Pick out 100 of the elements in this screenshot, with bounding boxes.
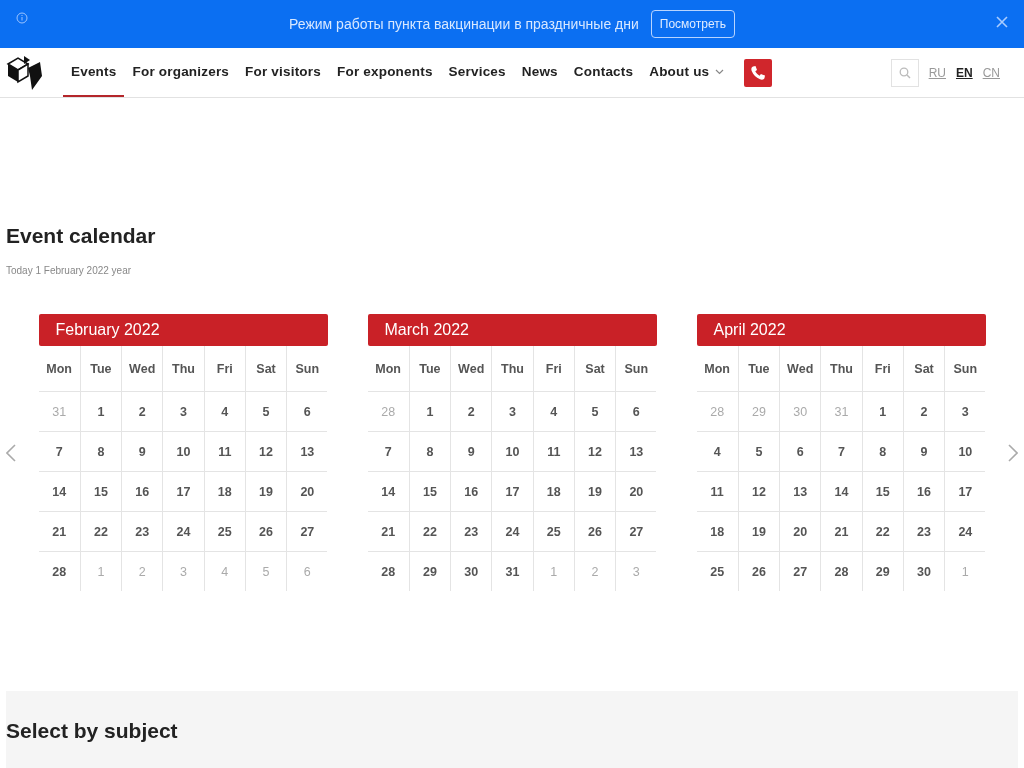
day-cell[interactable]: 19 (737, 512, 780, 552)
day-cell[interactable]: 10 (944, 432, 986, 472)
chevron-left-icon[interactable] (6, 443, 16, 462)
day-cell[interactable]: 20 (779, 512, 821, 552)
day-cell[interactable]: 13 (779, 472, 821, 512)
day-cell[interactable]: 20 (286, 472, 328, 512)
day-cell[interactable]: 17 (491, 472, 533, 512)
day-cell[interactable]: 27 (779, 552, 821, 591)
day-cell[interactable]: 4 (532, 392, 574, 432)
nav-link[interactable]: For organizers (124, 48, 238, 97)
day-cell[interactable]: 1 (408, 392, 451, 432)
day-cell[interactable]: 17 (944, 472, 986, 512)
day-cell[interactable]: 10 (491, 432, 533, 472)
day-cell[interactable]: 27 (286, 512, 328, 552)
day-cell[interactable]: 9 (450, 432, 492, 472)
day-cell[interactable]: 19 (573, 472, 616, 512)
day-cell[interactable]: 8 (861, 432, 903, 472)
day-cell[interactable]: 23 (902, 512, 945, 552)
day-cell[interactable]: 16 (450, 472, 492, 512)
day-cell[interactable]: 5 (244, 392, 287, 432)
day-cell[interactable]: 29 (408, 552, 451, 591)
day-cell[interactable]: 24 (491, 512, 533, 552)
day-cell[interactable]: 22 (861, 512, 903, 552)
day-cell[interactable]: 5 (573, 392, 616, 432)
day-cell[interactable]: 14 (38, 472, 80, 512)
day-cell[interactable]: 26 (737, 552, 780, 591)
nav-link[interactable]: Contacts (565, 48, 642, 97)
day-cell[interactable]: 23 (450, 512, 492, 552)
search-button[interactable] (890, 58, 919, 87)
nav-link[interactable]: For exponents (329, 48, 441, 97)
day-cell[interactable]: 26 (573, 512, 616, 552)
day-cell[interactable]: 26 (244, 512, 287, 552)
day-cell[interactable]: 30 (450, 552, 492, 591)
nav-link[interactable]: About us (641, 48, 733, 97)
close-icon[interactable] (996, 16, 1008, 28)
day-cell[interactable]: 15 (79, 472, 122, 512)
day-cell[interactable]: 27 (615, 512, 657, 552)
day-cell[interactable]: 3 (491, 392, 533, 432)
chevron-right-icon[interactable] (1008, 443, 1018, 462)
day-cell[interactable]: 24 (162, 512, 204, 552)
day-cell[interactable]: 28 (367, 552, 409, 591)
day-cell[interactable]: 22 (79, 512, 122, 552)
day-cell[interactable]: 11 (532, 432, 574, 472)
day-cell[interactable]: 21 (38, 512, 80, 552)
day-cell[interactable]: 20 (615, 472, 657, 512)
day-cell[interactable]: 16 (121, 472, 163, 512)
day-cell[interactable]: 28 (820, 552, 862, 591)
day-cell[interactable]: 18 (532, 472, 574, 512)
day-cell[interactable]: 21 (820, 512, 862, 552)
day-cell[interactable]: 18 (203, 472, 245, 512)
day-cell[interactable]: 6 (286, 392, 328, 432)
day-cell[interactable]: 21 (367, 512, 409, 552)
day-cell[interactable]: 30 (902, 552, 945, 591)
day-cell[interactable]: 6 (615, 392, 657, 432)
day-cell[interactable]: 13 (286, 432, 328, 472)
day-cell[interactable]: 4 (696, 432, 738, 472)
day-cell[interactable]: 8 (408, 432, 451, 472)
day-cell[interactable]: 28 (38, 552, 80, 591)
day-cell[interactable]: 3 (944, 392, 986, 432)
nav-link[interactable]: Events (63, 48, 125, 97)
day-cell[interactable]: 5 (737, 432, 780, 472)
day-cell[interactable]: 25 (532, 512, 574, 552)
phone-button[interactable] (744, 58, 773, 87)
day-cell[interactable]: 11 (203, 432, 245, 472)
nav-link[interactable]: For visitors (237, 48, 329, 97)
day-cell[interactable]: 22 (408, 512, 451, 552)
day-cell[interactable]: 12 (244, 432, 287, 472)
day-cell[interactable]: 8 (79, 432, 122, 472)
day-cell[interactable]: 15 (861, 472, 903, 512)
logo-icon[interactable] (6, 53, 44, 92)
day-cell[interactable]: 2 (902, 392, 945, 432)
day-cell[interactable]: 24 (944, 512, 986, 552)
day-cell[interactable]: 11 (696, 472, 738, 512)
day-cell[interactable]: 16 (902, 472, 945, 512)
nav-link[interactable]: Services (440, 48, 514, 97)
day-cell[interactable]: 2 (121, 392, 163, 432)
view-button[interactable]: Посмотреть (650, 10, 735, 38)
day-cell[interactable]: 12 (573, 432, 616, 472)
day-cell[interactable]: 6 (779, 432, 821, 472)
day-cell[interactable]: 3 (162, 392, 204, 432)
day-cell[interactable]: 10 (162, 432, 204, 472)
day-cell[interactable]: 14 (820, 472, 862, 512)
day-cell[interactable]: 7 (38, 432, 80, 472)
day-cell[interactable]: 23 (121, 512, 163, 552)
day-cell[interactable]: 1 (861, 392, 903, 432)
day-cell[interactable]: 9 (121, 432, 163, 472)
nav-link[interactable]: News (513, 48, 566, 97)
day-cell[interactable]: 29 (861, 552, 903, 591)
day-cell[interactable]: 15 (408, 472, 451, 512)
day-cell[interactable]: 9 (902, 432, 945, 472)
day-cell[interactable]: 25 (696, 552, 738, 591)
day-cell[interactable]: 25 (203, 512, 245, 552)
day-cell[interactable]: 7 (820, 432, 862, 472)
language-link[interactable]: EN (956, 65, 973, 80)
day-cell[interactable]: 2 (450, 392, 492, 432)
day-cell[interactable]: 12 (737, 472, 780, 512)
day-cell[interactable]: 4 (203, 392, 245, 432)
day-cell[interactable]: 18 (696, 512, 738, 552)
day-cell[interactable]: 13 (615, 432, 657, 472)
day-cell[interactable]: 7 (367, 432, 409, 472)
